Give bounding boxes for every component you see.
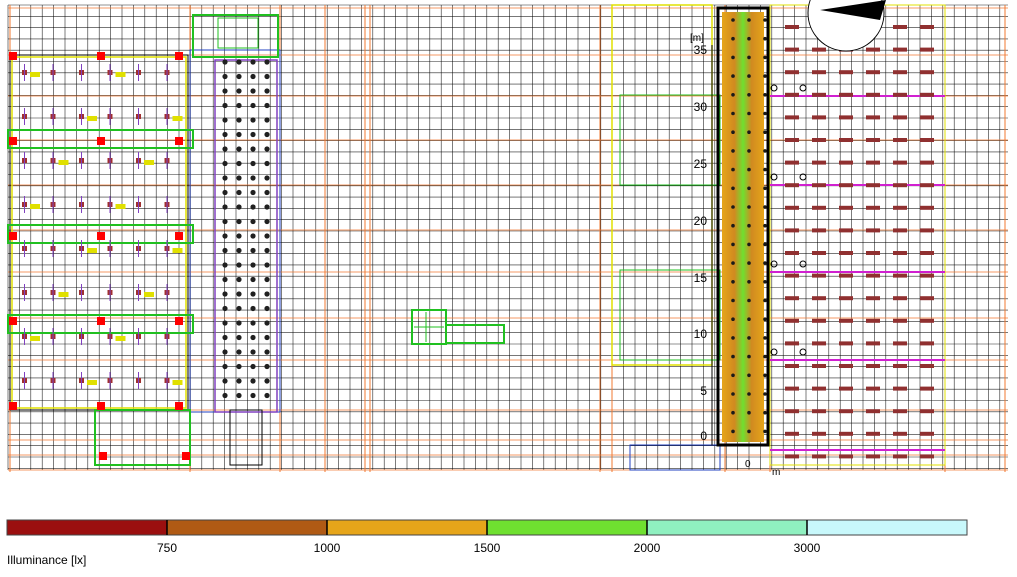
background-grid <box>7 4 1008 470</box>
x-unit-label: m <box>772 467 780 478</box>
legend-tick-label: 3000 <box>794 541 821 555</box>
y-tick-label: 0 <box>700 429 707 443</box>
legend-band <box>646 519 808 536</box>
legend-band <box>806 519 968 536</box>
luminaire-dots <box>222 59 270 399</box>
y-tick-label: 10 <box>694 327 708 341</box>
y-tick-label: 15 <box>694 271 708 285</box>
left-building-block <box>7 14 281 466</box>
legend-title: Illuminance [lx] <box>7 553 87 567</box>
legend-band <box>166 519 328 536</box>
y-tick-label: 35 <box>694 43 708 57</box>
illuminance-legend: 750 1000 1500 2000 3000 Illuminance [lx] <box>0 480 1017 572</box>
red-wall-markers <box>9 52 190 460</box>
floor-plan-drawing: [m] 35 30 25 20 15 10 5 0 0 m <box>7 0 1008 478</box>
central-equipment <box>411 309 505 345</box>
legend-tick-label: 1500 <box>474 541 501 555</box>
y-tick-label: 20 <box>694 214 708 228</box>
legend-tick-label: 1000 <box>314 541 341 555</box>
legend-tick-label: 750 <box>157 541 177 555</box>
orange-construction-lines <box>8 5 1008 472</box>
legend-band <box>486 519 648 536</box>
legend-scale: 750 1000 1500 2000 3000 <box>6 519 968 555</box>
legend-band <box>326 519 488 536</box>
y-tick-label: 5 <box>700 384 707 398</box>
right-fixture-marks <box>770 25 934 459</box>
legend-band <box>6 519 168 536</box>
y-tick-label: 25 <box>694 157 708 171</box>
column-markers <box>22 64 183 389</box>
calculation-surface <box>716 6 770 447</box>
x-origin-label: 0 <box>745 459 751 470</box>
legend-tick-label: 2000 <box>634 541 661 555</box>
y-tick-label: 30 <box>694 100 708 114</box>
